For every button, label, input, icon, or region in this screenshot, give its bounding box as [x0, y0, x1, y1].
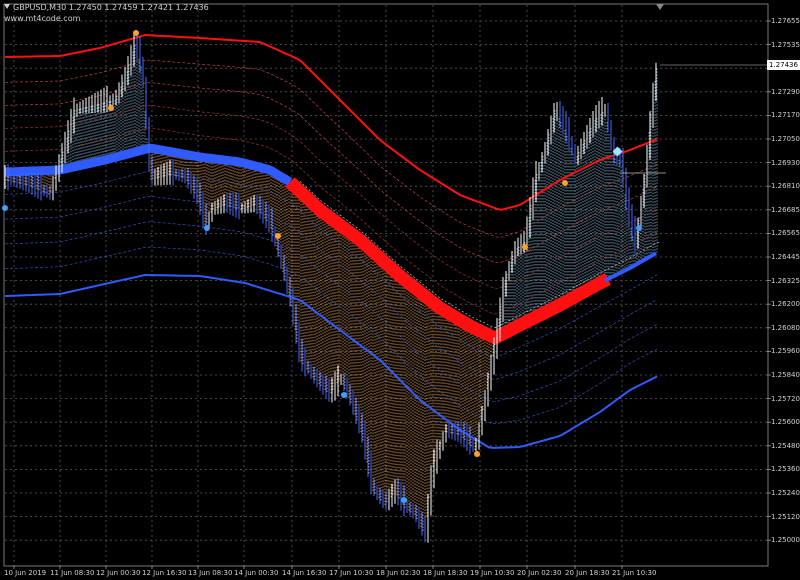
time-tick-label: 18 Jun 02:30 — [376, 569, 421, 577]
time-tick-label: 14 Jun 16:30 — [282, 569, 327, 577]
time-tick-label: 18 Jun 18:30 — [423, 569, 468, 577]
price-tick-label: 1.25720 — [771, 394, 800, 403]
signal-dot-buy — [401, 497, 407, 503]
time-tick-label: 17 Jun 10:30 — [329, 569, 374, 577]
time-tick-label: 19 Jun 10:30 — [470, 569, 515, 577]
price-tick-label: 1.26200 — [771, 300, 800, 309]
price-tick-label: 1.25960 — [771, 347, 800, 356]
signal-dot-sell — [275, 233, 281, 239]
price-tick-label: 1.25240 — [771, 489, 800, 497]
signal-dot-sell — [133, 30, 139, 36]
ma-band-down — [285, 177, 611, 345]
signal-dot-sell — [522, 244, 528, 250]
price-tick-label: 1.27655 — [771, 17, 800, 25]
price-tick-label: 1.27535 — [771, 40, 800, 49]
price-tick-label: 1.26080 — [771, 323, 800, 332]
price-tick-label: 1.26930 — [771, 158, 800, 167]
price-tick-label: 1.26565 — [771, 229, 800, 238]
signal-dot-buy — [204, 225, 210, 231]
price-tick-label: 1.26810 — [771, 182, 800, 191]
price-tick-label: 1.27170 — [771, 111, 800, 120]
time-tick-label: 12 Jun 16:30 — [142, 569, 187, 577]
signal-dot-buy — [2, 205, 8, 211]
time-tick-label: 13 Jun 08:30 — [188, 569, 233, 577]
time-tick-label: 10 Jun 2019 — [4, 569, 47, 577]
price-tick-label: 1.25120 — [771, 512, 800, 521]
time-tick-label: 12 Jun 00:30 — [96, 569, 141, 577]
price-tick-label: 1.25360 — [771, 465, 800, 474]
signal-dot-sell — [474, 451, 480, 457]
chart-header: GBPUSD,M30 1.27450 1.27459 1.27421 1.274… — [4, 2, 209, 24]
chart-shift-arrow-icon[interactable] — [656, 4, 664, 10]
signal-dot-sell — [562, 180, 568, 186]
price-tick-label: 1.25480 — [771, 441, 800, 450]
time-tick-label: 21 Jun 10:30 — [612, 569, 657, 577]
signal-dot-sell — [108, 105, 114, 111]
current-price-label: 1.27436 — [767, 60, 800, 70]
time-tick-label: 20 Jun 18:30 — [565, 569, 610, 577]
symbol-info: GBPUSD,M30 1.27450 1.27459 1.27421 1.274… — [13, 3, 209, 12]
time-tick-label: 20 Jun 02:30 — [517, 569, 562, 577]
price-tick-label: 1.27290 — [771, 87, 800, 96]
price-chart[interactable] — [0, 0, 800, 580]
signal-dot-buy — [341, 392, 347, 398]
price-tick-label: 1.27050 — [771, 135, 800, 143]
price-tick-label: 1.26685 — [771, 205, 800, 214]
time-tick-label: 14 Jun 00:30 — [234, 569, 279, 577]
signal-dot-buy — [636, 225, 642, 231]
price-tick-label: 1.25840 — [771, 371, 800, 379]
price-tick-label: 1.25600 — [771, 418, 800, 427]
price-tick-label: 1.25000 — [771, 536, 800, 545]
price-tick-label: 1.26445 — [771, 253, 800, 261]
cloud-fill — [4, 45, 658, 535]
price-tick-label: 1.26325 — [771, 276, 800, 285]
chart-window[interactable]: GBPUSD,M30 1.27450 1.27459 1.27421 1.274… — [0, 0, 800, 580]
watermark: www.mt4code.com — [4, 14, 81, 23]
time-tick-label: 11 Jun 08:30 — [50, 569, 95, 577]
dropdown-triangle-icon[interactable] — [4, 4, 10, 9]
